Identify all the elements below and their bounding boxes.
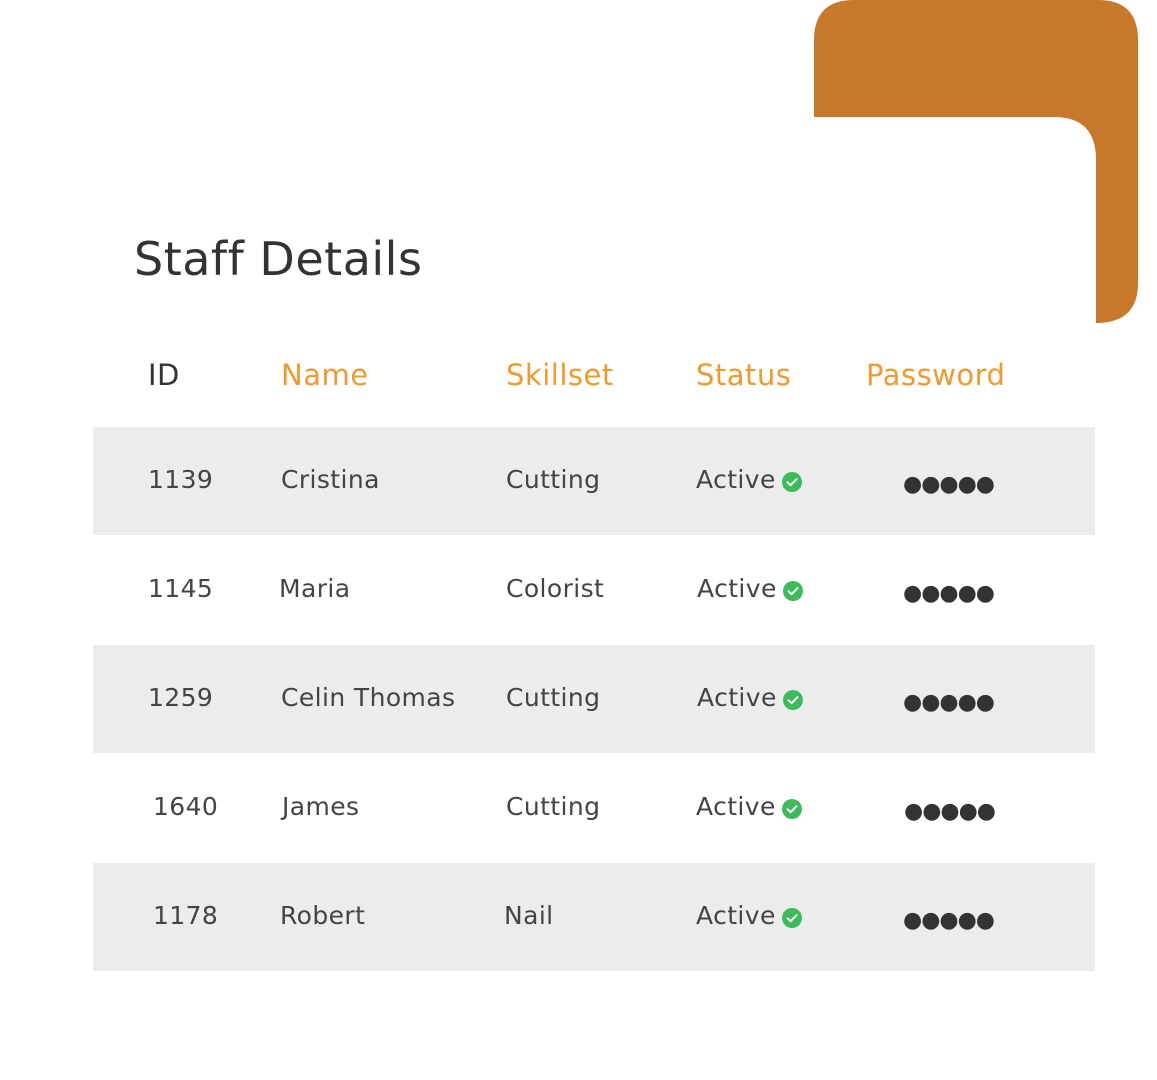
cell-name: Robert	[280, 901, 366, 930]
cell-skillset: Cutting	[506, 792, 601, 821]
table-row[interactable]: 1640 James Cutting Active ●●●●●	[93, 754, 1095, 862]
column-header-id[interactable]: ID	[148, 358, 180, 392]
cell-password-masked: ●●●●●	[903, 690, 995, 715]
table-row[interactable]: 1139 Cristina Cutting Active ●●●●●	[93, 427, 1095, 535]
status-badge: Active	[696, 901, 802, 930]
cell-status: Active	[697, 683, 803, 712]
cell-name: Maria	[279, 574, 351, 603]
table-header-row: ID Name Skillset Status Password	[93, 340, 1095, 427]
status-label: Active	[697, 574, 777, 603]
cell-status: Active	[696, 792, 802, 821]
cell-password-masked: ●●●●●	[903, 908, 995, 933]
cell-password-masked: ●●●●●	[904, 799, 996, 824]
check-circle-icon	[781, 907, 802, 928]
status-label: Active	[697, 683, 777, 712]
cell-password-masked: ●●●●●	[903, 581, 995, 606]
cell-skillset: Colorist	[506, 574, 605, 603]
status-label: Active	[696, 901, 776, 930]
cell-id: 1178	[153, 901, 219, 930]
status-badge: Active	[697, 683, 803, 712]
column-header-status[interactable]: Status	[696, 358, 791, 392]
check-circle-icon	[781, 471, 802, 492]
status-badge: Active	[696, 465, 802, 494]
cell-password-masked: ●●●●●	[903, 472, 995, 497]
check-circle-icon	[782, 689, 803, 710]
corner-bracket-decoration	[814, 0, 1138, 323]
check-circle-icon	[781, 798, 802, 819]
staff-table: ID Name Skillset Status Password 1139 Cri…	[93, 340, 1095, 972]
cell-name: James	[282, 792, 360, 821]
table-row[interactable]: 1259 Celin Thomas Cutting Active ●●●●●	[93, 645, 1095, 753]
cell-skillset: Cutting	[506, 465, 601, 494]
column-header-password[interactable]: Password	[866, 358, 1005, 392]
check-circle-icon	[782, 580, 803, 601]
page-title: Staff Details	[134, 232, 423, 286]
cell-id: 1139	[148, 465, 214, 494]
cell-skillset: Nail	[504, 901, 554, 930]
status-badge: Active	[696, 792, 802, 821]
cell-status: Active	[696, 901, 802, 930]
table-row[interactable]: 1145 Maria Colorist Active ●●●●●	[93, 536, 1095, 644]
cell-skillset: Cutting	[506, 683, 601, 712]
cell-id: 1640	[153, 792, 219, 821]
table-row[interactable]: 1178 Robert Nail Active ●●●●●	[93, 863, 1095, 971]
staff-details-card: Staff Details ID Name Skillset Status Pa…	[0, 0, 1157, 1080]
cell-status: Active	[696, 465, 802, 494]
column-header-name[interactable]: Name	[281, 358, 369, 392]
status-label: Active	[696, 465, 776, 494]
status-label: Active	[696, 792, 776, 821]
table-body: 1139 Cristina Cutting Active ●●●●● 1145 Maria C…	[93, 427, 1095, 971]
cell-name: Cristina	[281, 465, 380, 494]
status-badge: Active	[697, 574, 803, 603]
cell-id: 1145	[148, 574, 214, 603]
cell-name: Celin Thomas	[281, 683, 456, 712]
cell-status: Active	[697, 574, 803, 603]
cell-id: 1259	[148, 683, 214, 712]
column-header-skillset[interactable]: Skillset	[506, 358, 614, 392]
